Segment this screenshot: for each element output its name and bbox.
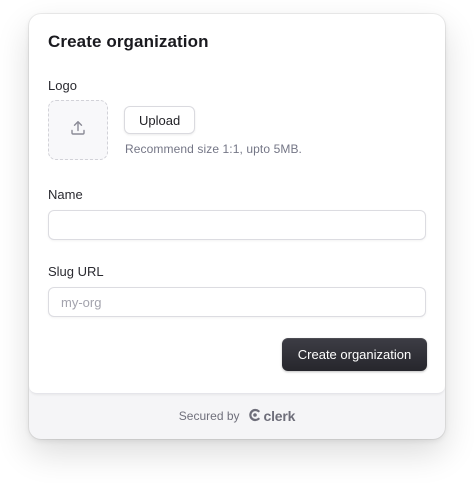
upload-button[interactable]: Upload (124, 106, 196, 134)
create-organization-card: Create organization Logo Upload Recommen… (29, 14, 445, 439)
secured-by-text: Secured by (178, 409, 240, 423)
slug-label: Slug URL (48, 264, 104, 279)
create-organization-button[interactable]: Create organization (282, 338, 427, 371)
logo-dropzone[interactable] (48, 100, 108, 160)
card-footer: Secured by clerk (29, 393, 445, 439)
dialog-title: Create organization (48, 32, 209, 51)
clerk-brand-name: clerk (263, 408, 296, 424)
clerk-logo-icon (248, 408, 262, 425)
clerk-brand[interactable]: clerk (248, 408, 296, 425)
create-organization-form: Create organization Logo Upload Recommen… (29, 14, 445, 394)
name-label: Name (48, 187, 83, 202)
slug-input[interactable] (48, 287, 426, 317)
logo-label: Logo (48, 78, 77, 93)
upload-hint: Recommend size 1:1, upto 5MB. (125, 142, 302, 156)
name-input[interactable] (48, 210, 426, 240)
upload-icon (69, 119, 87, 142)
